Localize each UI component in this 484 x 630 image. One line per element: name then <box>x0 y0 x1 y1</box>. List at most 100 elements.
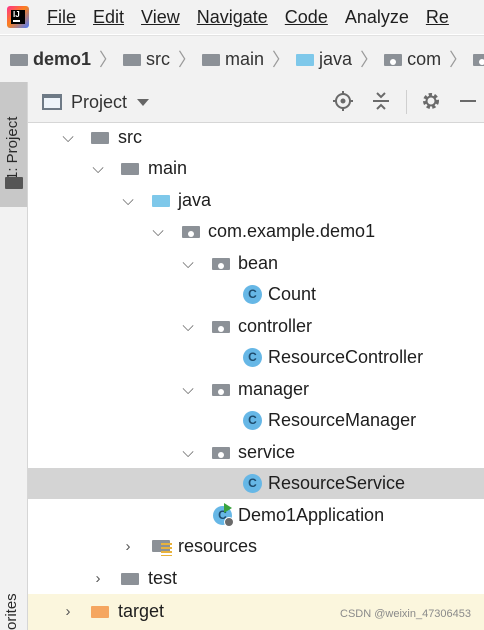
tree-item-label: ResourceController <box>268 347 424 367</box>
tree-item-label: Demo1Application <box>238 505 385 525</box>
tree-item-label: main <box>148 158 188 178</box>
tree-item-label: src <box>118 127 142 147</box>
package-icon <box>384 52 403 66</box>
chevron-down-icon[interactable] <box>137 98 150 106</box>
package-icon <box>473 52 484 66</box>
project-view-icon <box>42 94 62 110</box>
tree-item-count[interactable]: C Count <box>28 279 484 310</box>
class-icon: C <box>243 474 262 493</box>
project-tree: ⌵ src ⌵ main ⌵ java ⌵ com.example.demo1 … <box>28 122 484 630</box>
tree-item-demo1-application[interactable]: C Demo1Application <box>28 500 484 531</box>
tree-item-label: ResourceService <box>268 473 406 493</box>
breadcrumb-item-main[interactable]: main 〉 <box>202 46 296 72</box>
source-folder-icon <box>296 52 315 66</box>
favorites-tool-tab[interactable]: orites <box>2 550 22 630</box>
package-icon <box>182 224 200 238</box>
tree-item-controller[interactable]: ⌵ controller <box>28 311 484 342</box>
tree-item-src[interactable]: ⌵ src <box>28 122 484 153</box>
menu-view[interactable]: View <box>141 7 180 28</box>
tree-item-test[interactable]: › test <box>28 563 484 594</box>
class-icon: C <box>243 411 262 430</box>
breadcrumb-item-src[interactable]: src 〉 <box>123 46 202 72</box>
package-icon <box>212 382 230 396</box>
tree-item-label: manager <box>238 379 310 399</box>
tree-item-service[interactable]: ⌵ service <box>28 437 484 468</box>
breadcrumb: demo1 〉 src 〉 main 〉 java 〉 com 〉 e <box>0 35 484 83</box>
chevron-right-icon[interactable]: › <box>59 596 77 627</box>
chevron-right-icon: 〉 <box>360 50 379 70</box>
menu-bar: IJ File Edit View Navigate Code Analyze … <box>0 0 484 34</box>
package-icon <box>212 256 230 270</box>
package-icon <box>212 319 230 333</box>
chevron-down-icon[interactable]: ⌵ <box>59 122 77 153</box>
chevron-right-icon: 〉 <box>272 50 291 70</box>
project-panel-header: Project <box>28 82 484 123</box>
chevron-right-icon[interactable]: › <box>89 563 107 594</box>
tree-item-java[interactable]: ⌵ java <box>28 185 484 216</box>
tree-item-label: ResourceManager <box>268 410 417 430</box>
tree-item-bean[interactable]: ⌵ bean <box>28 248 484 279</box>
breadcrumb-item-example[interactable]: e <box>473 49 484 70</box>
folder-icon <box>121 161 139 175</box>
chevron-down-icon[interactable]: ⌵ <box>179 437 197 468</box>
chevron-down-icon[interactable]: ⌵ <box>179 311 197 342</box>
chevron-down-icon[interactable]: ⌵ <box>119 185 137 216</box>
tree-item-label: service <box>238 442 296 462</box>
folder-icon <box>121 571 139 585</box>
menu-navigate[interactable]: Navigate <box>197 7 268 28</box>
tree-item-label: controller <box>238 316 313 336</box>
resources-folder-icon <box>152 538 172 556</box>
breadcrumb-item-com[interactable]: com 〉 <box>384 46 473 72</box>
folder-icon <box>202 52 221 66</box>
package-icon <box>212 445 230 459</box>
chevron-down-icon[interactable]: ⌵ <box>149 216 167 247</box>
menu-file[interactable]: File <box>47 7 76 28</box>
breadcrumb-item-java[interactable]: java 〉 <box>296 46 384 72</box>
spring-boot-class-icon: C <box>213 503 234 527</box>
tree-item-resources[interactable]: › resources <box>28 531 484 562</box>
minimize-icon[interactable] <box>456 90 480 114</box>
tree-item-resource-manager[interactable]: C ResourceManager <box>28 405 484 436</box>
watermark: CSDN @weixin_47306453 <box>340 608 472 620</box>
tree-item-label: test <box>148 568 178 588</box>
menu-code[interactable]: Code <box>285 7 328 28</box>
chevron-down-icon[interactable]: ⌵ <box>179 374 197 405</box>
class-icon: C <box>243 285 262 304</box>
project-tool-tab-label: 1: Project <box>4 116 21 180</box>
menu-refactor[interactable]: Re <box>426 7 449 28</box>
toolbar-separator <box>406 90 407 114</box>
tree-item-main[interactable]: ⌵ main <box>28 153 484 184</box>
tree-item-label: java <box>178 190 212 210</box>
class-icon: C <box>243 348 262 367</box>
tree-item-resource-service[interactable]: C ResourceService <box>28 468 484 499</box>
tree-item-label: target <box>118 601 165 621</box>
tree-item-label: bean <box>238 253 279 273</box>
chevron-right-icon: 〉 <box>449 50 468 70</box>
menu-analyze[interactable]: Analyze <box>345 7 409 28</box>
tree-item-label: com.example.demo1 <box>208 221 376 241</box>
left-tool-strip: 1: Project orites <box>0 82 28 630</box>
chevron-down-icon[interactable]: ⌵ <box>179 248 197 279</box>
tree-item-manager[interactable]: ⌵ manager <box>28 374 484 405</box>
tree-item-resource-controller[interactable]: C ResourceController <box>28 342 484 373</box>
project-tool-tab[interactable]: 1: Project <box>0 82 27 207</box>
tree-item-label: Count <box>268 284 317 304</box>
chevron-right-icon: 〉 <box>178 50 197 70</box>
chevron-down-icon[interactable]: ⌵ <box>89 153 107 184</box>
tree-item-label: resources <box>178 536 258 556</box>
menu-edit[interactable]: Edit <box>93 7 124 28</box>
tree-item-com-example-demo1[interactable]: ⌵ com.example.demo1 <box>28 216 484 247</box>
chevron-right-icon: 〉 <box>99 50 118 70</box>
folder-icon <box>91 130 109 144</box>
source-folder-icon <box>152 193 170 207</box>
locate-icon[interactable] <box>331 90 355 114</box>
chevron-right-icon[interactable]: › <box>119 531 137 562</box>
project-view-title[interactable]: Project <box>71 92 127 113</box>
excluded-folder-icon <box>91 604 109 618</box>
folder-icon <box>5 175 23 189</box>
breadcrumb-item-demo1[interactable]: demo1 〉 <box>10 46 123 72</box>
folder-icon <box>123 52 142 66</box>
intellij-logo-icon[interactable]: IJ <box>7 6 29 28</box>
collapse-all-icon[interactable] <box>369 90 393 114</box>
gear-icon[interactable] <box>419 90 443 114</box>
